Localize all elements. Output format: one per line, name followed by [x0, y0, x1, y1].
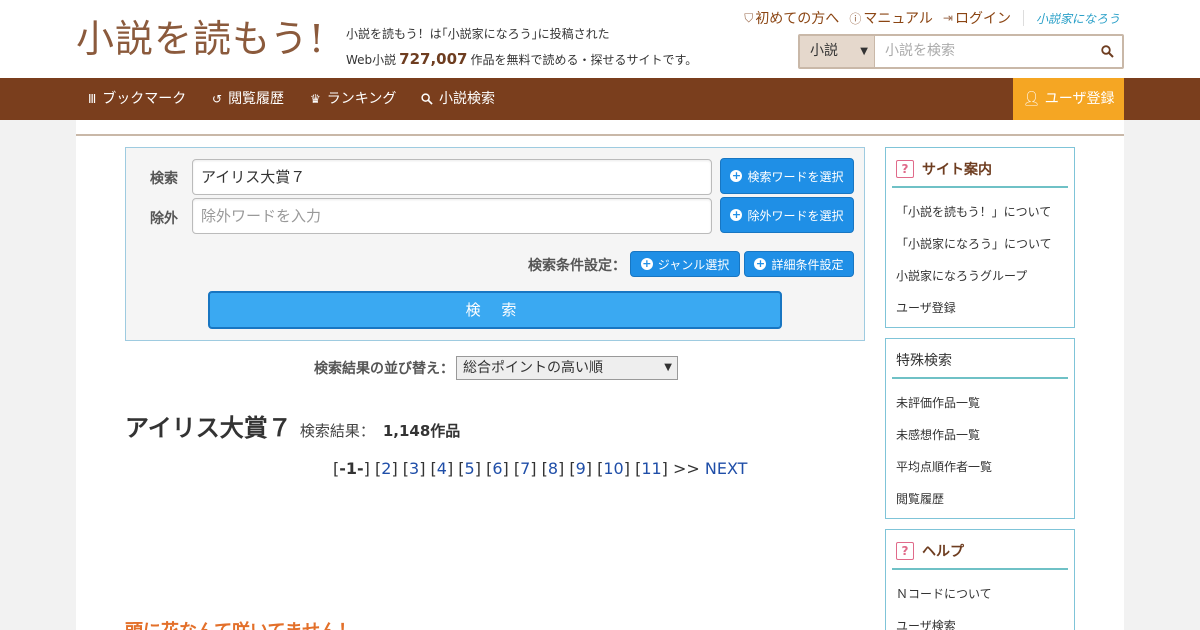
divider	[76, 134, 1124, 136]
question-icon: ?	[896, 542, 914, 560]
search-word-input[interactable]: アイリス大賞７	[192, 159, 712, 195]
sidebar-link[interactable]: 「小説家になろう」について	[896, 235, 1052, 252]
plus-circle-icon: +	[730, 208, 743, 221]
result-title-link[interactable]: 頭に花なんて咲いてません！	[125, 617, 356, 630]
pagination: [-1-] [2] [3] [4] [5] [6] [7] [8] [9] [1…	[333, 459, 748, 478]
select-search-word-button[interactable]: + 検索ワードを選択	[720, 158, 854, 194]
select-exclude-word-button[interactable]: + 除外ワードを選択	[720, 197, 854, 233]
pager-page[interactable]: 10	[603, 459, 623, 478]
sidebar-help-title: ? ヘルプ	[892, 534, 1068, 570]
pager-page[interactable]: 6	[492, 459, 502, 478]
books-icon: Ⅲ	[88, 92, 97, 106]
exclude-word-input[interactable]: 除外ワードを入力	[192, 198, 712, 234]
divider	[1022, 10, 1024, 26]
sort-label: 検索結果の並び替え：	[314, 361, 454, 377]
top-links: ⛉ 初めての方へ ⓘ マニュアル ⇥ ログイン 小説家になろう	[744, 8, 1120, 28]
chevron-down-icon: ▼	[664, 362, 672, 373]
sidebar-special-search: 特殊検索 未評価作品一覧 未感想作品一覧 平均点順作者一覧 閲覧履歴	[885, 338, 1075, 519]
pager-page[interactable]: 3	[409, 459, 419, 478]
login-icon: ⇥	[942, 11, 953, 25]
site-logo[interactable]: 小説を読もう!	[76, 14, 332, 64]
result-query: アイリス大賞７	[125, 414, 292, 442]
manual-link[interactable]: ⓘ マニュアル	[849, 8, 933, 28]
crown-icon: ♛	[310, 92, 321, 106]
pager-next-arrow: >>	[673, 459, 700, 478]
sidebar-link[interactable]: 平均点順作者一覧	[896, 458, 992, 475]
sidebar-link[interactable]: Ｎコードについて	[896, 585, 992, 602]
pager-next-link[interactable]: NEXT	[705, 459, 748, 478]
sidebar-site-guide: ? サイト案内 「小説を読もう！」について 「小説家になろう」について 小説家に…	[885, 147, 1075, 328]
result-heading: アイリス大賞７ 検索結果： 1,148作品	[125, 408, 460, 443]
sort-order-select[interactable]: 総合ポイントの高い順 ▼	[456, 356, 678, 380]
narou-logo-link[interactable]: 小説家になろう	[1036, 10, 1120, 27]
header-search-input[interactable]: 小説を検索	[875, 36, 1092, 67]
plus-circle-icon: +	[730, 169, 743, 182]
search-button[interactable]	[1092, 36, 1122, 67]
history-icon: ↺	[212, 92, 223, 106]
plus-circle-icon: +	[754, 257, 767, 270]
tagline-line2: Web小説 727,007 作品を無料で読める・探せるサイトです。	[346, 47, 726, 73]
chevron-down-icon: ▼	[860, 46, 868, 57]
sidebar-link[interactable]: 小説家になろうグループ	[896, 267, 1027, 284]
plus-circle-icon: +	[640, 257, 653, 270]
login-link[interactable]: ⇥ ログイン	[943, 8, 1011, 28]
tagline-prefix: Web小説	[346, 53, 397, 67]
sidebar-link[interactable]: 「小説を読もう！」について	[896, 203, 1051, 220]
sidebar-link[interactable]: ユーザ検索	[896, 617, 956, 630]
sort-row: 検索結果の並び替え： 総合ポイントの高い順 ▼	[314, 356, 678, 380]
search-icon	[421, 93, 433, 105]
sidebar-help: ? ヘルプ Ｎコードについて ユーザ検索	[885, 529, 1075, 630]
search-category-select[interactable]: 小説 ▼	[800, 36, 875, 67]
genre-select-button[interactable]: + ジャンル選択	[630, 251, 740, 277]
beginners-link[interactable]: ⛉ 初めての方へ	[744, 8, 839, 28]
question-circle-icon: ⓘ	[849, 11, 862, 26]
nav-search[interactable]: 小説検索	[421, 78, 495, 120]
sidebar-site-guide-title: ? サイト案内	[892, 152, 1068, 188]
nav-ranking[interactable]: ♛ ランキング	[310, 78, 396, 120]
question-icon: ?	[896, 160, 914, 178]
detail-condition-button[interactable]: + 詳細条件設定	[744, 251, 854, 277]
header-search: 小説 ▼ 小説を検索	[798, 34, 1124, 69]
sidebar-special-search-title: 特殊検索	[892, 343, 1068, 379]
sidebar-link[interactable]: 未感想作品一覧	[896, 426, 980, 443]
shield-icon: ⛉	[744, 10, 754, 25]
pager-page[interactable]: 9	[576, 459, 586, 478]
result-count: 1,148作品	[382, 422, 461, 440]
nav-register-button[interactable]: 👤︎ ユーザ登録	[1013, 78, 1124, 120]
pager-page[interactable]: 2	[381, 459, 391, 478]
search-label: 検索	[150, 171, 178, 187]
site-header: 小説を読もう! 小説を読もう！は｢小説家になろう｣に投稿された Web小説 727…	[0, 0, 1200, 78]
search-condition-label: 検索条件設定：	[528, 258, 626, 274]
main-nav: Ⅲ ブックマーク ↺ 閲覧履歴 ♛ ランキング 小説検索 👤︎ ユーザ登録	[0, 78, 1200, 120]
pager-page[interactable]: 7	[520, 459, 530, 478]
sidebar-link[interactable]: ユーザ登録	[896, 299, 956, 316]
site-tagline: 小説を読もう！は｢小説家になろう｣に投稿された Web小説 727,007 作品を無…	[346, 22, 726, 73]
main-content: 検索 アイリス大賞７ + 検索ワードを選択 除外 除外ワードを入力 + 除外ワー…	[76, 120, 1124, 630]
pager-page[interactable]: 5	[465, 459, 475, 478]
sidebar-link[interactable]: 未評価作品一覧	[896, 394, 980, 411]
search-panel: 検索 アイリス大賞７ + 検索ワードを選択 除外 除外ワードを入力 + 除外ワー…	[125, 147, 865, 341]
tagline-suffix: 作品を無料で読める・探せるサイトです。	[470, 53, 698, 67]
pager-page[interactable]: 11	[641, 459, 661, 478]
sidebar-link[interactable]: 閲覧履歴	[896, 490, 944, 507]
pager-page[interactable]: 4	[437, 459, 447, 478]
nav-bookmark[interactable]: Ⅲ ブックマーク	[88, 78, 186, 120]
tagline-line1: 小説を読もう！は｢小説家になろう｣に投稿された	[346, 27, 610, 41]
result-count-label: 検索結果：	[299, 422, 375, 440]
work-count: 727,007	[399, 50, 468, 68]
search-submit-button[interactable]: 検 索	[208, 291, 782, 329]
search-icon	[1100, 45, 1114, 58]
nav-history[interactable]: ↺ 閲覧履歴	[212, 78, 284, 120]
exclude-label: 除外	[150, 211, 178, 227]
pager-current: -1-	[339, 459, 364, 478]
user-icon: 👤︎	[1022, 91, 1041, 107]
pager-page[interactable]: 8	[548, 459, 558, 478]
